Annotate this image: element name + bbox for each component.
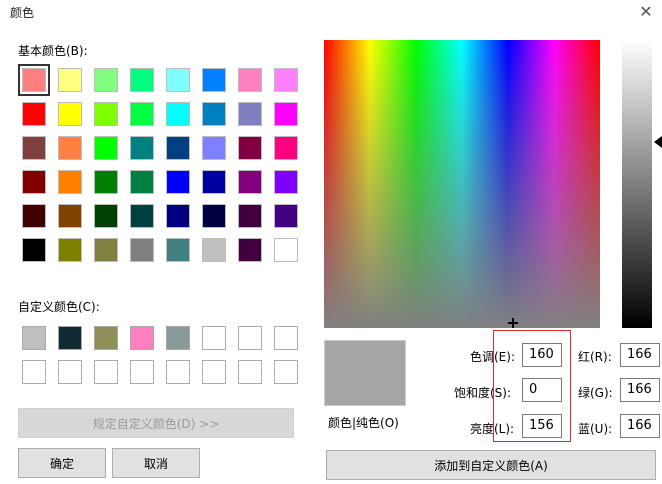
ok-button[interactable]: 确定: [18, 448, 106, 478]
color-preview: [324, 340, 406, 406]
basic-color-swatch[interactable]: [202, 102, 226, 126]
blue-input[interactable]: 166: [620, 414, 660, 438]
custom-color-swatch[interactable]: [130, 360, 154, 384]
blue-label: 蓝(U):: [578, 422, 613, 436]
basic-color-swatch[interactable]: [22, 136, 46, 160]
highlight-box: [493, 330, 571, 442]
slider-arrow-icon[interactable]: [654, 136, 662, 148]
basic-color-swatch[interactable]: [238, 238, 262, 262]
basic-color-swatch[interactable]: [274, 170, 298, 194]
basic-colors-label: 基本颜色(B):: [18, 44, 88, 58]
basic-color-swatch[interactable]: [238, 170, 262, 194]
basic-color-swatch[interactable]: [166, 68, 190, 92]
basic-color-swatch[interactable]: [58, 102, 82, 126]
basic-color-swatch[interactable]: [166, 102, 190, 126]
custom-color-swatch[interactable]: [274, 326, 298, 350]
basic-color-swatch[interactable]: [238, 204, 262, 228]
red-input[interactable]: 166: [620, 343, 660, 367]
basic-color-swatch[interactable]: [22, 102, 46, 126]
basic-color-swatch[interactable]: [130, 204, 154, 228]
preview-label: 颜色|纯色(O): [328, 416, 399, 430]
custom-color-swatch[interactable]: [130, 326, 154, 350]
basic-color-swatch[interactable]: [238, 136, 262, 160]
basic-color-swatch[interactable]: [22, 238, 46, 262]
basic-color-swatch[interactable]: [166, 136, 190, 160]
basic-color-swatch[interactable]: [166, 204, 190, 228]
custom-color-swatch[interactable]: [58, 326, 82, 350]
custom-color-swatch[interactable]: [238, 326, 262, 350]
color-spectrum[interactable]: [324, 40, 600, 328]
basic-color-swatch[interactable]: [274, 136, 298, 160]
basic-color-swatch[interactable]: [58, 136, 82, 160]
basic-color-swatch[interactable]: [166, 238, 190, 262]
luminance-slider[interactable]: [622, 40, 652, 328]
basic-color-swatch[interactable]: [274, 204, 298, 228]
cancel-button[interactable]: 取消: [112, 448, 200, 478]
custom-color-swatch[interactable]: [94, 360, 118, 384]
basic-color-swatch[interactable]: [202, 238, 226, 262]
basic-color-swatch[interactable]: [94, 102, 118, 126]
basic-color-swatch[interactable]: [274, 68, 298, 92]
basic-color-swatch[interactable]: [130, 68, 154, 92]
basic-color-swatch[interactable]: [238, 102, 262, 126]
basic-color-swatch[interactable]: [202, 68, 226, 92]
custom-color-swatch[interactable]: [22, 326, 46, 350]
basic-color-swatch[interactable]: [94, 136, 118, 160]
basic-color-swatch[interactable]: [202, 204, 226, 228]
basic-color-swatch[interactable]: [58, 238, 82, 262]
custom-color-swatch[interactable]: [202, 360, 226, 384]
define-custom-colors-button[interactable]: 规定自定义颜色(D) >>: [18, 408, 294, 438]
basic-color-swatch[interactable]: [94, 204, 118, 228]
basic-color-swatch[interactable]: [202, 170, 226, 194]
custom-color-swatch[interactable]: [238, 360, 262, 384]
custom-color-swatch[interactable]: [202, 326, 226, 350]
basic-color-swatch[interactable]: [22, 170, 46, 194]
basic-color-swatch[interactable]: [166, 170, 190, 194]
basic-color-swatch[interactable]: [274, 238, 298, 262]
basic-color-swatch[interactable]: [130, 238, 154, 262]
basic-color-swatch[interactable]: [22, 204, 46, 228]
add-to-custom-colors-button[interactable]: 添加到自定义颜色(A): [326, 450, 656, 480]
custom-colors-label: 自定义颜色(C):: [18, 300, 100, 314]
custom-color-swatch[interactable]: [94, 326, 118, 350]
basic-color-swatch[interactable]: [94, 170, 118, 194]
basic-color-swatch[interactable]: [130, 102, 154, 126]
basic-color-swatch[interactable]: [58, 204, 82, 228]
basic-color-swatch[interactable]: [130, 136, 154, 160]
custom-color-swatch[interactable]: [22, 360, 46, 384]
close-icon[interactable]: ✕: [636, 2, 656, 22]
custom-color-swatch[interactable]: [166, 326, 190, 350]
custom-color-swatch[interactable]: [58, 360, 82, 384]
red-label: 红(R):: [578, 350, 612, 364]
basic-color-swatch[interactable]: [274, 102, 298, 126]
basic-color-swatch[interactable]: [58, 68, 82, 92]
title-bar: 颜色 ✕: [0, 0, 662, 28]
custom-color-swatch[interactable]: [274, 360, 298, 384]
basic-color-swatch[interactable]: [130, 170, 154, 194]
basic-color-swatch[interactable]: [94, 238, 118, 262]
basic-color-swatch[interactable]: [18, 64, 50, 96]
window-title: 颜色: [10, 6, 35, 20]
crosshair-icon[interactable]: [508, 318, 518, 328]
green-label: 绿(G):: [578, 386, 613, 400]
basic-color-swatch[interactable]: [94, 68, 118, 92]
green-input[interactable]: 166: [620, 378, 660, 402]
basic-color-swatch[interactable]: [238, 68, 262, 92]
basic-color-swatch[interactable]: [58, 170, 82, 194]
basic-color-swatch[interactable]: [202, 136, 226, 160]
custom-color-swatch[interactable]: [166, 360, 190, 384]
